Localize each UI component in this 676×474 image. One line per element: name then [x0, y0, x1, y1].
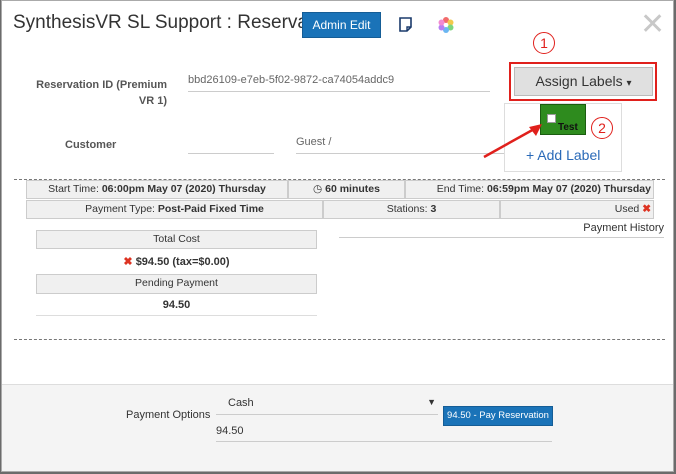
assign-labels-button[interactable]: Assign Labels ▾ [514, 67, 653, 96]
stations-cell: Stations: 3 [323, 200, 500, 219]
history-divider [339, 237, 664, 238]
annotation-marker-2: 2 [591, 117, 613, 139]
modal-title: SynthesisVR SL Support : Reservation [13, 12, 339, 33]
color-wheel-icon[interactable] [436, 15, 456, 35]
payment-amount-field[interactable]: 94.50 [216, 425, 552, 442]
end-time-value: 06:59pm May 07 (2020) Thursday [487, 183, 651, 195]
start-time-cell: Start Time: 06:00pm May 07 (2020) Thursd… [26, 180, 288, 199]
duration-cell: ◷ 60 minutes [288, 180, 405, 199]
section-divider-bottom [14, 339, 665, 340]
stations-label: Stations: [386, 203, 428, 215]
end-time-label: End Time: [436, 183, 485, 195]
close-icon[interactable]: ✕ [640, 10, 665, 40]
costs-divider [36, 315, 317, 316]
annotation-marker-1: 1 [533, 32, 555, 54]
payment-method-select[interactable]: Cash ▼ [216, 397, 438, 415]
payment-history-label: Payment History [583, 222, 664, 234]
payment-type-label: Payment Type: [85, 203, 155, 215]
reservation-id-field[interactable]: bbd26109-e7eb-5f02-9872-ca74054addc9 [188, 74, 490, 92]
annotation-arrow-icon [483, 124, 542, 159]
assign-labels-text: Assign Labels [535, 73, 623, 89]
start-time-label: Start Time: [48, 183, 99, 195]
pay-reservation-button[interactable]: 94.50 - Pay Reservation [443, 406, 553, 426]
total-cost-header: Total Cost [36, 230, 317, 249]
stations-value: 3 [430, 203, 437, 215]
total-cost-value: $94.50 (tax=$0.00) [135, 256, 230, 268]
used-cell: Used ✖ [500, 200, 654, 219]
caret-down-icon: ▾ [626, 78, 632, 89]
customer-label: Customer [65, 139, 117, 151]
note-icon[interactable] [396, 15, 416, 35]
payment-options-label: Payment Options [126, 409, 211, 421]
payment-type-value: Post-Paid Fixed Time [157, 203, 264, 215]
duration-value: 60 minutes [325, 183, 380, 195]
reservation-modal: SynthesisVR SL Support : Reservation Adm… [1, 0, 674, 472]
used-label: Used [614, 203, 640, 215]
end-time-cell: End Time: 06:59pm May 07 (2020) Thursday [405, 180, 654, 199]
clock-icon: ◷ [313, 183, 323, 195]
payment-amount-value: 94.50 [216, 425, 244, 437]
label-option-text: Test [558, 122, 578, 133]
pending-payment-header: Pending Payment [36, 274, 317, 294]
customer-value: Guest / [296, 136, 332, 148]
reservation-id-value: bbd26109-e7eb-5f02-9872-ca74054addc9 [188, 74, 395, 86]
start-time-value: 06:00pm May 07 (2020) Thursday [101, 183, 266, 195]
payment-type-cell: Payment Type: Post-Paid Fixed Time [26, 200, 323, 219]
pending-payment-value: 94.50 [162, 299, 191, 311]
payment-method-value: Cash [228, 397, 254, 409]
cross-icon: ✖ [642, 203, 651, 215]
customer-first-field[interactable] [188, 137, 274, 154]
admin-edit-button[interactable]: Admin Edit [302, 12, 381, 38]
cross-icon: ✖ [123, 256, 133, 268]
select-caret-icon: ▼ [427, 397, 436, 407]
reservation-id-label: Reservation ID (Premium VR 1) [36, 79, 167, 107]
customer-name-field[interactable]: Guest / [296, 136, 506, 154]
total-cost-row: ✖ $94.50 (tax=$0.00) [36, 255, 317, 268]
